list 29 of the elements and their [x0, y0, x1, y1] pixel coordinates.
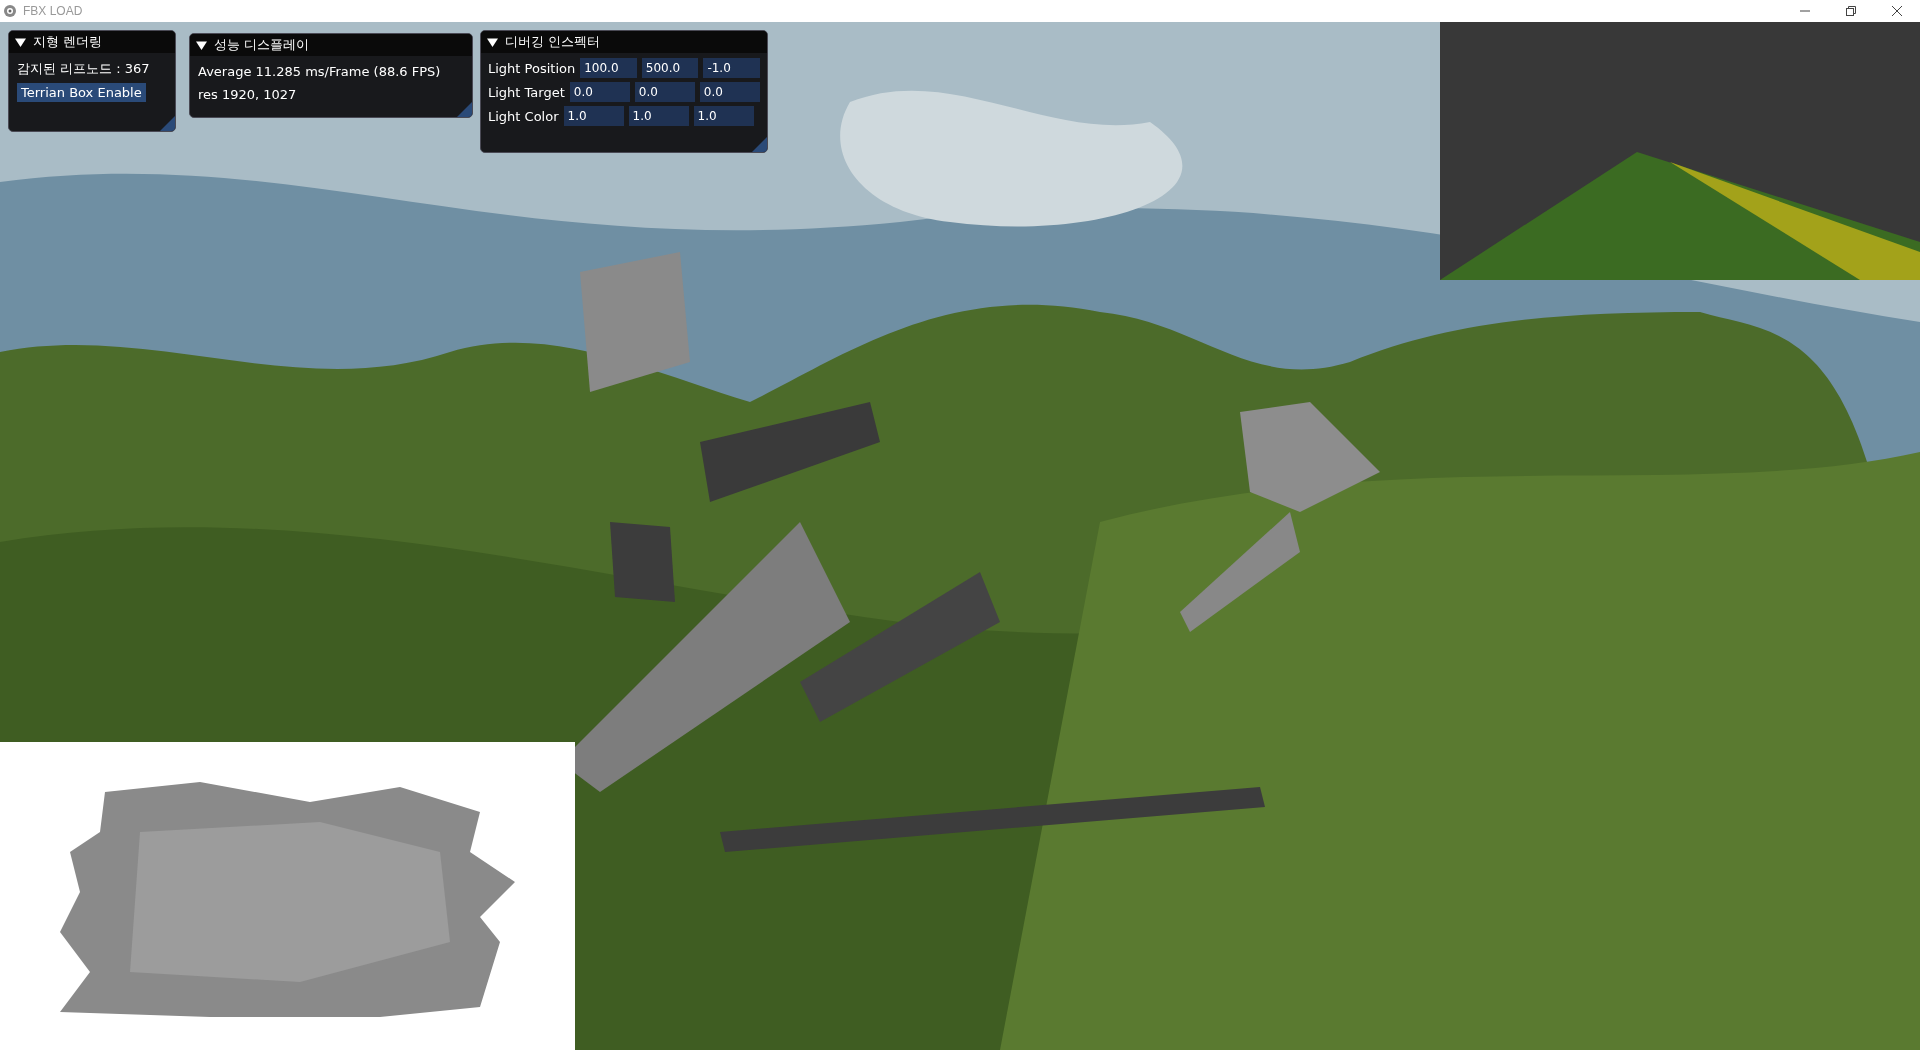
field-label: Light Target — [488, 84, 565, 100]
field-label: Light Position — [488, 60, 576, 76]
input-field[interactable]: 0.0 — [699, 82, 760, 102]
panel-header[interactable]: 디버깅 인스펙터 — [481, 31, 767, 53]
input-field[interactable]: 1.0 — [563, 106, 624, 126]
window-title: FBX LOAD — [23, 4, 83, 18]
caret-icon — [15, 36, 26, 48]
panel-header[interactable]: 성능 디스플레이 — [190, 34, 472, 56]
info-text: 감지된 리프노드 : 367 — [17, 60, 150, 78]
info-text: Average 11.285 ms/Frame (88.6 FPS) — [198, 63, 441, 81]
input-field[interactable]: 1.0 — [693, 106, 754, 126]
info-text: res 1920, 1027 — [198, 86, 297, 104]
app-icon — [3, 4, 17, 18]
resize-grip[interactable] — [457, 102, 472, 117]
close-icon — [1891, 5, 1903, 17]
input-field[interactable]: 0.0 — [634, 82, 695, 102]
caret-icon — [196, 39, 207, 51]
input-field[interactable]: 1.0 — [628, 106, 689, 126]
panel-header[interactable]: 지형 렌더링 — [9, 31, 175, 53]
field-label: Light Color — [488, 108, 559, 124]
restore-icon — [1845, 5, 1857, 17]
input-field[interactable]: 100.0 — [580, 58, 637, 78]
resize-grip[interactable] — [752, 137, 767, 152]
toggle-button[interactable]: Terrian Box Enable — [17, 83, 146, 102]
input-field[interactable]: 0.0 — [569, 82, 630, 102]
caret-icon — [487, 36, 498, 48]
input-field[interactable]: -1.0 — [703, 58, 760, 78]
resize-grip[interactable] — [160, 116, 175, 131]
input-field[interactable]: 500.0 — [641, 58, 699, 78]
